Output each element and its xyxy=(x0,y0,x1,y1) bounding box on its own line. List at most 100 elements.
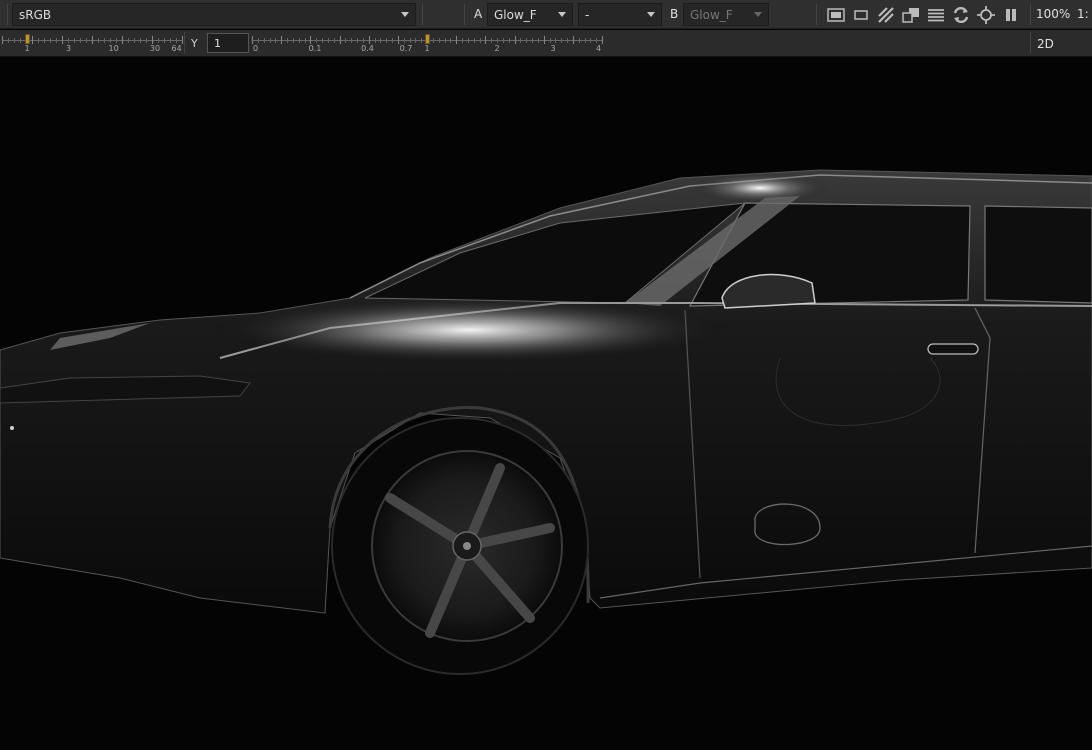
separator xyxy=(7,4,8,25)
slider-tick-label: 1 xyxy=(424,44,430,53)
slider-tick xyxy=(578,38,580,43)
separator xyxy=(816,4,817,25)
operation-dropdown[interactable]: - xyxy=(578,3,662,26)
slider-tick xyxy=(263,38,265,43)
operation-value: - xyxy=(585,7,590,22)
slider-tick xyxy=(502,38,504,43)
proxy-ratio[interactable]: 1: xyxy=(1077,7,1089,21)
slider-tick xyxy=(456,36,458,44)
slider-tick-label: 30 xyxy=(149,44,161,53)
slider-tick xyxy=(462,38,463,43)
chevron-down-icon xyxy=(754,12,762,17)
slider-tick xyxy=(514,36,516,44)
slider-tick-label: 0 xyxy=(252,44,259,53)
slider-tick xyxy=(134,38,135,43)
slider-tick xyxy=(450,38,452,43)
b-input-label: B xyxy=(670,7,679,21)
a-input-value: Glow_F xyxy=(494,7,537,22)
slider-tick-label: 3 xyxy=(550,44,556,53)
slider-tick xyxy=(357,38,358,43)
slider-tick xyxy=(44,38,45,43)
scanlines-icon[interactable] xyxy=(926,4,946,25)
slider-tick xyxy=(68,38,69,43)
slider-tick-label: 64 xyxy=(171,44,182,53)
slider-tick xyxy=(590,38,592,43)
separator xyxy=(1030,32,1031,53)
slider-tick xyxy=(392,38,393,43)
slider-tick xyxy=(362,38,364,43)
gamma-input[interactable]: 1 xyxy=(207,33,249,53)
slider-tick xyxy=(322,38,323,43)
slider-tick xyxy=(491,38,493,43)
slider-handle[interactable] xyxy=(425,34,430,44)
slider-tick xyxy=(140,38,141,43)
b-input-dropdown[interactable]: Glow_F xyxy=(683,3,769,26)
slider-tick xyxy=(20,38,21,43)
slider-tick xyxy=(116,38,117,43)
viewer-canvas[interactable] xyxy=(0,58,1092,750)
slider-tick xyxy=(269,38,271,43)
slider-tick xyxy=(170,38,171,43)
slider-tick-label: 4 xyxy=(595,44,602,53)
slider-tick xyxy=(596,38,598,43)
slider-tick xyxy=(351,38,353,43)
slider-tick xyxy=(104,38,105,43)
slider-tick xyxy=(397,36,399,44)
slider-tick xyxy=(374,38,376,43)
refresh-icon[interactable] xyxy=(951,4,971,25)
slider-tick xyxy=(304,38,306,43)
slider-tick-label: 2 xyxy=(494,44,500,53)
a-input-label: A xyxy=(474,7,483,21)
viewer-icon-bar xyxy=(826,4,1021,25)
slider-tick xyxy=(602,36,603,44)
pause-icon[interactable] xyxy=(1001,4,1021,25)
target-icon[interactable] xyxy=(976,4,996,25)
slider-tick xyxy=(292,38,294,43)
slider-tick-label: 10 xyxy=(108,44,119,53)
frame-icon[interactable] xyxy=(851,4,871,25)
slider-tick xyxy=(8,38,9,43)
slider-tick xyxy=(252,36,253,44)
slider-tick xyxy=(98,38,99,43)
rendered-car-image xyxy=(0,169,1092,675)
slider-tick xyxy=(92,36,93,44)
slider-tick xyxy=(386,38,388,43)
slider-tick xyxy=(275,38,277,43)
overlay-icon[interactable] xyxy=(901,4,921,25)
slider-tick xyxy=(526,38,528,43)
slider-tick xyxy=(281,36,283,44)
gamma-slider[interactable]: 0 0.1 0.4 0.7 1 2 3 4 xyxy=(252,32,603,54)
slider-tick-label: 0.4 xyxy=(361,44,374,53)
a-input-dropdown[interactable]: Glow_F xyxy=(487,3,573,26)
separator xyxy=(1030,4,1031,25)
slider-tick xyxy=(122,36,123,44)
chevron-down-icon xyxy=(647,12,655,17)
slider-tick-label: 1 xyxy=(24,44,30,53)
slider-tick xyxy=(146,38,147,43)
slider-tick xyxy=(380,38,382,43)
slider-tick xyxy=(333,38,335,43)
roi-icon[interactable] xyxy=(826,4,846,25)
colorspace-dropdown[interactable]: sRGB xyxy=(12,3,416,26)
slider-tick xyxy=(152,36,153,44)
view-mode-toggle[interactable]: 2D xyxy=(1037,37,1054,51)
slider-tick xyxy=(74,38,75,43)
slider-tick xyxy=(86,38,87,43)
slider-tick xyxy=(368,36,370,44)
checkerboard-icon[interactable] xyxy=(876,4,896,25)
slider-tick xyxy=(497,38,498,43)
slider-tick xyxy=(14,38,15,43)
slider-tick xyxy=(409,38,411,43)
slider-tick-label: 0.1 xyxy=(308,44,322,53)
zoom-level[interactable]: 100% xyxy=(1036,7,1070,21)
gain-slider[interactable]: 1 3 10 30 64 xyxy=(2,32,183,54)
slider-tick xyxy=(56,38,57,43)
slider-tick xyxy=(327,38,329,43)
chevron-down-icon xyxy=(558,12,566,17)
slider-tick xyxy=(182,36,183,44)
slider-tick xyxy=(415,38,417,43)
slider-handle[interactable] xyxy=(25,34,31,44)
slider-tick xyxy=(473,38,475,43)
slider-tick xyxy=(62,36,63,44)
slider-tick xyxy=(257,38,259,43)
